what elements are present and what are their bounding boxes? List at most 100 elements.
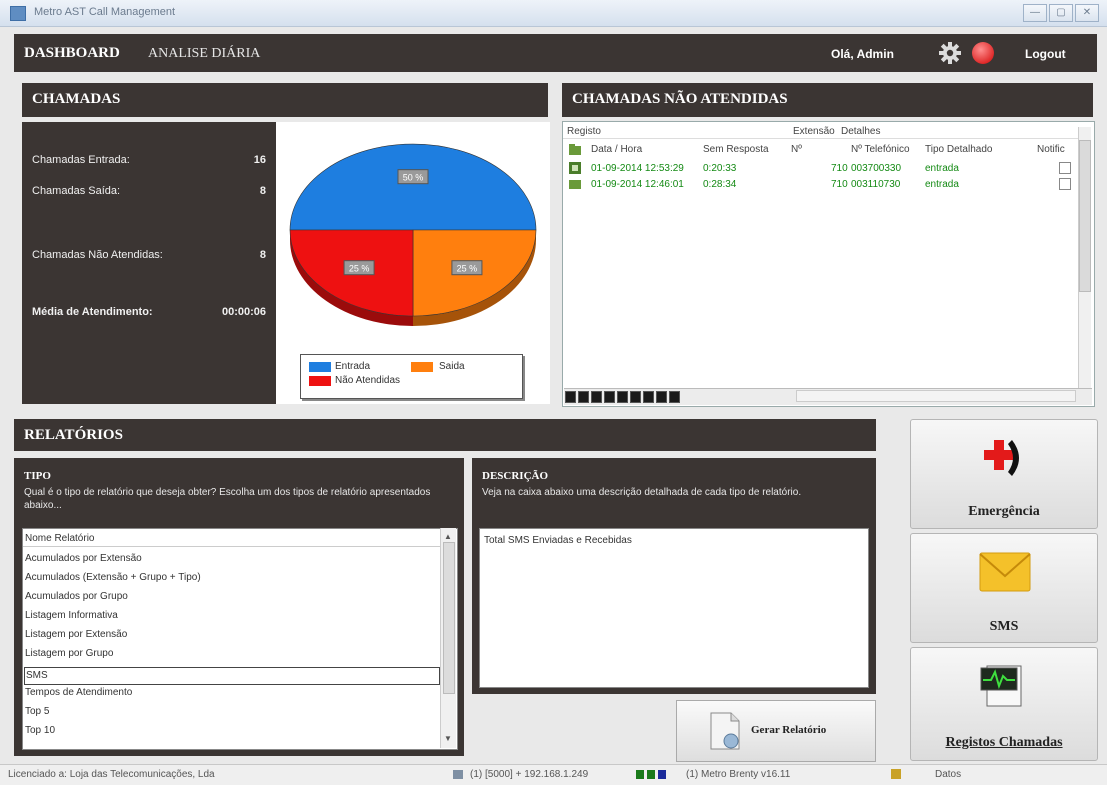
column-header[interactable]: Data / Hora [591, 144, 642, 155]
chart-legend: Entrada Saida Não Atendidas [300, 354, 523, 399]
list-item[interactable]: Listagem Informativa [25, 610, 118, 621]
emergency-phone-icon [984, 440, 1019, 476]
notify-checkbox[interactable] [1059, 178, 1071, 190]
list-item[interactable]: Top 10 [25, 725, 55, 736]
page-title: DASHBOARD [24, 45, 120, 61]
column-header[interactable]: Nº [791, 144, 802, 155]
group-header: Registo [567, 126, 601, 137]
list-item[interactable]: Acumulados por Grupo [25, 591, 128, 602]
window-title: Metro AST Call Management [34, 6, 176, 18]
list-item[interactable]: Acumulados por Extensão [25, 553, 142, 564]
status-bar: Licenciado a: Loja das Telecomunicações,… [0, 764, 1107, 785]
call-log-icon [980, 665, 1022, 707]
list-item-selected[interactable]: SMS [24, 667, 440, 685]
cell-duration: 0:28:34 [703, 179, 737, 190]
gerar-label: Gerar Relatório [751, 724, 827, 736]
stat-label: Média de Atendimento: [32, 306, 153, 318]
scroll-up-arrow[interactable]: ▲ [443, 532, 453, 541]
list-header[interactable]: Nome Relatório [25, 533, 94, 544]
logout-button[interactable]: Logout [1025, 47, 1066, 61]
close-button[interactable]: ✕ [1075, 4, 1099, 22]
network-icon [453, 770, 463, 779]
emergencia-label: Emergência [968, 504, 1040, 519]
legend-swatch-entrada [309, 362, 331, 372]
cell-type: entrada [925, 163, 959, 174]
chamadas-stats-panel: Chamadas Entrada: 16 Chamadas Saída: 8 Cha… [22, 122, 276, 404]
stat-label: Chamadas Não Atendidas: [32, 249, 163, 261]
prev-record-button[interactable] [591, 391, 602, 403]
grid-scroll-thumb[interactable] [1079, 140, 1091, 292]
call-icon [569, 162, 581, 174]
pie-data-label: 50 % [397, 169, 429, 185]
description-box[interactable]: Total SMS Enviadas e Recebidas [479, 528, 869, 688]
list-item[interactable]: Tempos de Atendimento [25, 687, 132, 698]
folder-icon [891, 769, 901, 779]
dashboard-header: DASHBOARD ANALISE DIÁRIA Olá, Admin Logo… [14, 34, 1097, 72]
call-icon [569, 180, 581, 189]
cell-date: 01-09-2014 12:53:29 [591, 163, 684, 174]
list-scrollbar[interactable]: ▲ ▼ [440, 528, 456, 748]
registos-chamadas-button[interactable]: Registos Chamadas [910, 647, 1098, 761]
column-header[interactable]: Tipo Detalhado [925, 144, 992, 155]
tipo-title: TIPO [24, 470, 51, 482]
stat-label: Chamadas Saída: [32, 185, 121, 197]
legend-label: Não Atendidas [335, 375, 401, 386]
gear-icon[interactable] [939, 42, 961, 64]
missed-calls-grid: Registo Extensão Detalhes Data / Hora Se… [562, 121, 1095, 407]
descricao-title: DESCRIÇÃO [482, 470, 549, 482]
status-led-blue [658, 770, 666, 779]
report-type-list[interactable]: Nome Relatório Acumulados por Extensão A… [22, 528, 458, 750]
legend-swatch-saida [411, 362, 433, 372]
status-led-green [636, 770, 644, 779]
notify-checkbox[interactable] [1059, 162, 1071, 174]
chamadas-titlebar: CHAMADAS [22, 83, 548, 117]
scroll-down-arrow[interactable]: ▼ [443, 734, 453, 743]
edit-record-button[interactable] [669, 391, 680, 403]
grid-horizontal-scrollbar[interactable] [796, 390, 1076, 402]
list-item[interactable]: Listagem por Grupo [25, 648, 113, 659]
nao-atendidas-title: CHAMADAS NÃO ATENDIDAS [572, 91, 788, 107]
registos-label: Registos Chamadas [945, 735, 1063, 750]
nao-atendidas-titlebar: CHAMADAS NÃO ATENDIDAS [562, 83, 1093, 117]
emergencia-button[interactable]: Emergência [910, 419, 1098, 529]
table-row[interactable]: 01-09-2014 12:46:01 0:28:34 710 00311073… [563, 176, 1078, 192]
first-record-button[interactable] [565, 391, 576, 403]
column-header[interactable]: Nº Telefónico [851, 144, 910, 155]
stat-nao-atendidas: Chamadas Não Atendidas: 8 [32, 249, 266, 261]
gerar-relatorio-button[interactable]: Gerar Relatório [676, 700, 876, 762]
user-greeting: Olá, Admin [831, 47, 894, 61]
minimize-button[interactable]: — [1023, 4, 1047, 22]
list-item[interactable]: Top 5 [25, 706, 49, 717]
power-icon[interactable] [972, 42, 994, 64]
cell-duration: 0:20:33 [703, 163, 737, 174]
cell-ext: 710 [831, 179, 848, 190]
svg-text:25 %: 25 % [349, 264, 370, 274]
maximize-button[interactable]: ▢ [1049, 4, 1073, 22]
sms-button[interactable]: SMS [910, 533, 1098, 643]
list-item[interactable]: Acumulados (Extensão + Grupo + Tipo) [25, 572, 201, 583]
table-row[interactable]: 01-09-2014 12:53:29 0:20:33 710 00370033… [563, 160, 1078, 176]
last-record-button[interactable] [630, 391, 641, 403]
list-scroll-thumb[interactable] [443, 542, 455, 694]
server-status: (1) [5000] + 192.168.1.249 [470, 769, 589, 780]
list-item[interactable]: Listagem por Extensão [25, 629, 127, 640]
column-header[interactable]: Sem Resposta [703, 144, 769, 155]
page-subtitle: ANALISE DIÁRIA [148, 46, 261, 61]
stat-value: 00:00:06 [221, 306, 266, 318]
relatorios-titlebar: RELATÓRIOS [14, 419, 876, 451]
tipo-description: Qual é o tipo de relatório que deseja ob… [24, 487, 431, 511]
envelope-icon [979, 552, 1031, 592]
column-header[interactable]: Notific [1037, 144, 1065, 155]
next-page-button[interactable] [617, 391, 628, 403]
window-controls: — ▢ ✕ [1021, 4, 1099, 22]
delete-record-button[interactable] [656, 391, 667, 403]
stat-entrada: Chamadas Entrada: 16 [32, 154, 266, 166]
status-led-green [647, 770, 655, 779]
user-status: (1) Metro Brenty v16.11 [686, 769, 791, 780]
cell-number: 003110730 [851, 179, 901, 190]
insert-record-button[interactable] [643, 391, 654, 403]
next-record-button[interactable] [604, 391, 615, 403]
list-item-label: SMS [26, 670, 48, 681]
prev-page-button[interactable] [578, 391, 589, 403]
legend-swatch-nao-atendidas [309, 376, 331, 386]
